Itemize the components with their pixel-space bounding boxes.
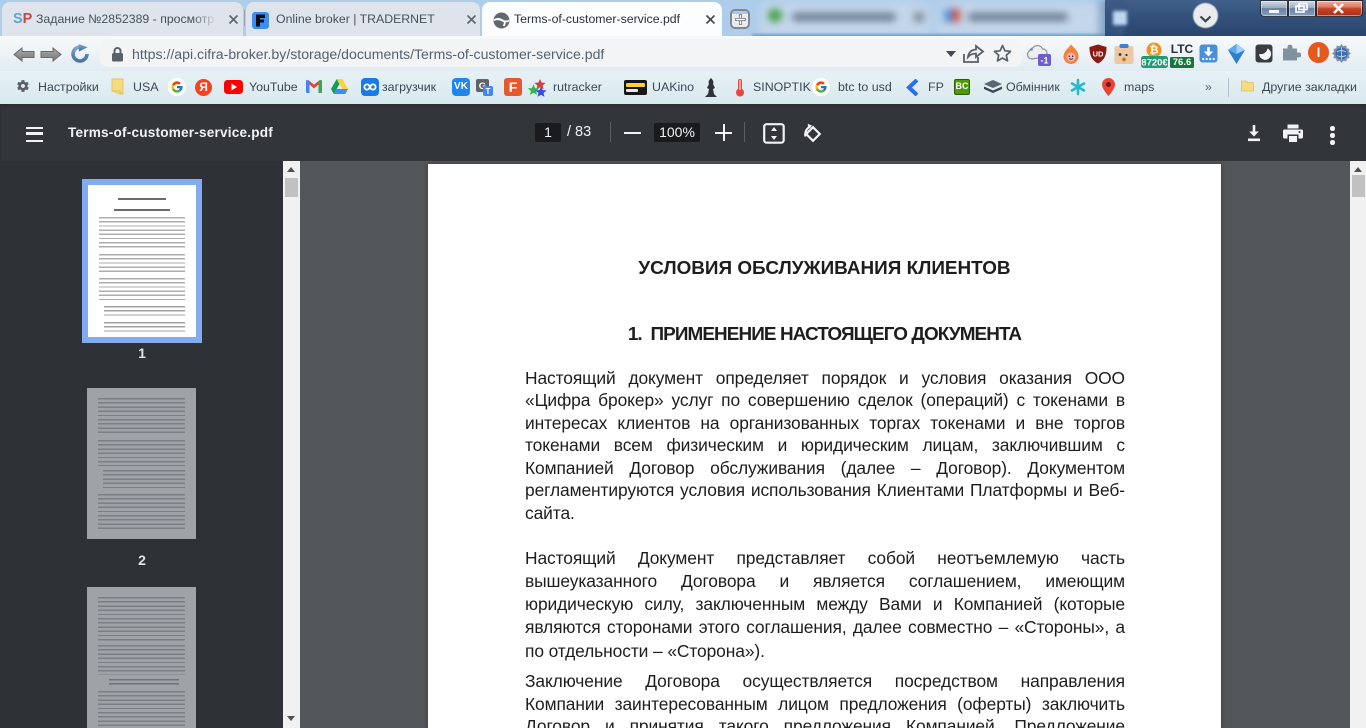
svg-text:-1: -1: [1040, 56, 1048, 66]
svg-text:8720€: 8720€: [1141, 57, 1168, 68]
svg-text:UD: UD: [1093, 50, 1104, 59]
svg-text:Т: Т: [486, 87, 491, 96]
svg-text:₿: ₿: [1150, 45, 1159, 57]
